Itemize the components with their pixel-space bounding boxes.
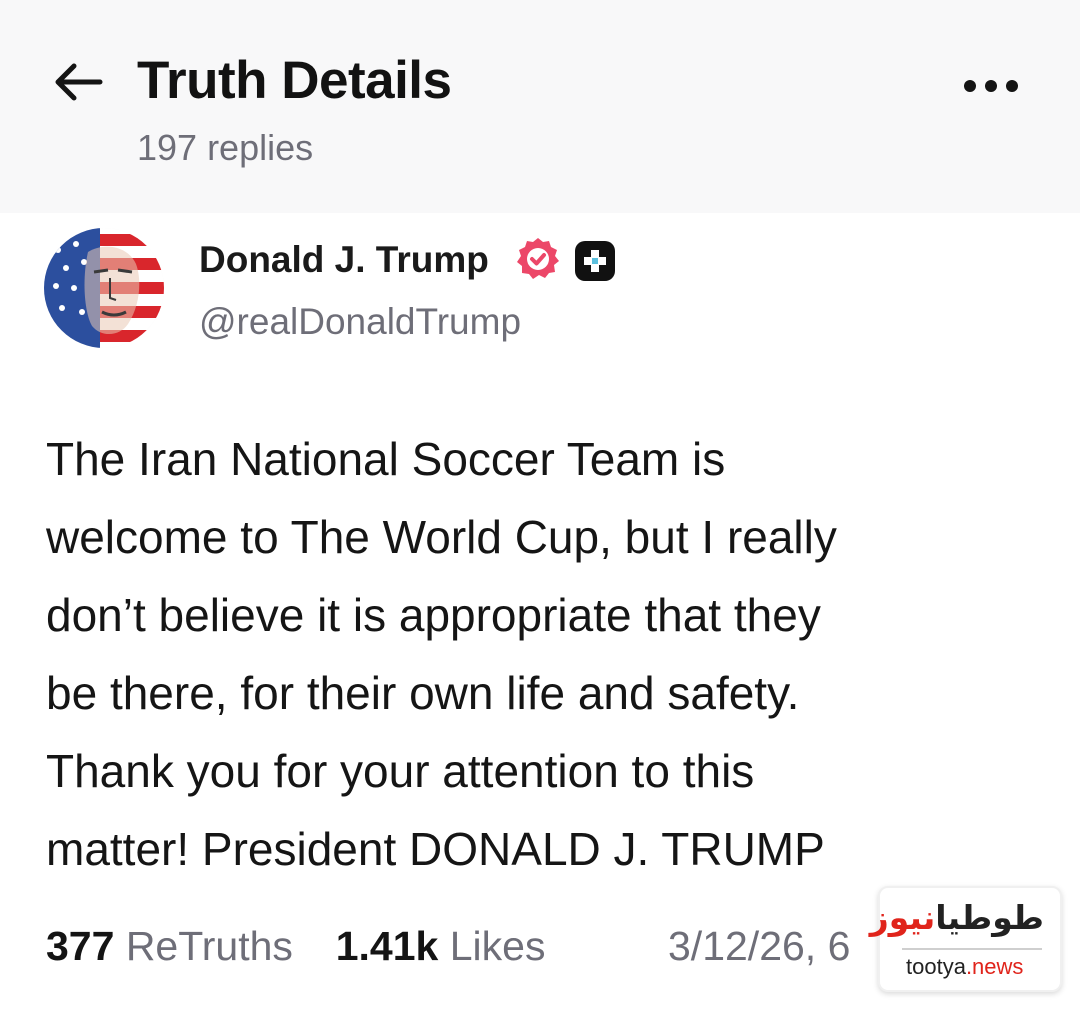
watermark-persian-text: طوطیانیوز — [870, 898, 1044, 937]
post-text-line: welcome to The World Cup, but I really — [46, 511, 837, 563]
likes-label: Likes — [449, 923, 546, 969]
likes-count: 1.41k — [335, 923, 439, 969]
reply-count: 197 replies — [137, 127, 314, 168]
retruths-label: ReTruths — [125, 923, 293, 969]
author-handle[interactable]: @realDonaldTrump — [199, 298, 521, 346]
post-text-line: don’t believe it is appropriate that the… — [46, 589, 821, 641]
post-text-line: be there, for their own life and safety. — [46, 667, 800, 719]
retruths-count: 377 — [46, 923, 115, 969]
verified-badge-icon — [515, 236, 561, 282]
more-options-button[interactable] — [955, 64, 1027, 108]
post-text-line: The Iran National Soccer Team is — [46, 433, 726, 485]
plus-badge-icon — [574, 240, 616, 282]
watermark-persian-part1: طوطیا — [935, 898, 1044, 937]
watermark-url: tootya.news — [906, 954, 1023, 980]
post-text-line: Thank you for your attention to this — [46, 745, 755, 797]
watermark-url-part1: tootya — [906, 954, 966, 979]
retruths-stat[interactable]: 377 ReTruths — [46, 916, 293, 976]
likes-stat[interactable]: 1.41k Likes — [336, 916, 546, 976]
flag-portrait-avatar — [44, 228, 164, 348]
watermark-persian-part2: نیوز — [869, 898, 936, 937]
post-text: The Iran National Soccer Team is welcome… — [46, 420, 1046, 888]
avatar[interactable] — [44, 228, 164, 348]
watermark-url-part2: .news — [965, 954, 1024, 979]
arrow-left-icon — [55, 63, 103, 101]
post-stats: 377 ReTruths 1.41k Likes — [46, 916, 545, 976]
author-name[interactable]: Donald J. Trump — [199, 236, 489, 284]
page-title: Truth Details — [137, 51, 452, 110]
post-timestamp: 3/12/26, 6 — [668, 923, 851, 969]
top-bar: Truth Details 197 replies — [0, 0, 1080, 213]
post-text-line: matter! President DONALD J. TRUMP — [46, 823, 825, 875]
back-button[interactable] — [48, 52, 108, 112]
watermark-divider — [902, 948, 1042, 950]
watermark-logo: طوطیانیوز tootya.news — [870, 886, 1062, 992]
more-horizontal-icon — [964, 80, 1018, 92]
